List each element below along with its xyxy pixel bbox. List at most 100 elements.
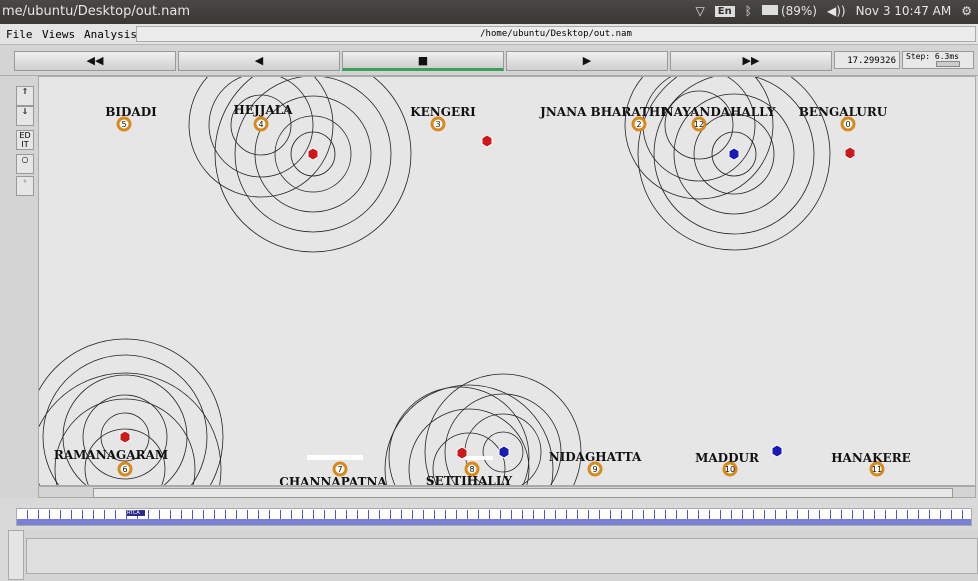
- node-id: 0: [845, 120, 850, 129]
- mobile-node-red[interactable]: [119, 430, 131, 444]
- timeline-tick: [478, 510, 479, 519]
- node-id: 7: [337, 465, 342, 474]
- timeline-tick: [434, 510, 435, 519]
- battery-indicator[interactable]: (89%): [761, 4, 817, 18]
- node-settihally[interactable]: 8 SETTIHALLY: [426, 461, 513, 485]
- topology-svg: 0 BENGALURU 2 JNANA BHARATHI 3 KENGERI 4…: [39, 77, 911, 485]
- timeline-tick: [951, 510, 952, 519]
- timeline-tick: [390, 510, 391, 519]
- scrollbar-thumb[interactable]: [93, 488, 953, 498]
- node-bidadi[interactable]: 5 BIDADI: [105, 105, 157, 132]
- timeline-tick: [93, 510, 94, 519]
- timeline-tick: [654, 510, 655, 519]
- settings-gear-icon[interactable]: ⚙: [961, 4, 972, 18]
- node-label: KENGERI: [410, 105, 476, 119]
- menu-analysis[interactable]: Analysis: [84, 28, 137, 41]
- timeline-tick: [302, 510, 303, 519]
- node-maddur[interactable]: 10 MADDUR: [695, 451, 760, 477]
- timeline-tick: [852, 510, 853, 519]
- timeline-tick: [896, 510, 897, 519]
- timeline-tick: [148, 510, 149, 519]
- timeline-tick: [335, 510, 336, 519]
- step-back-button[interactable]: ◀: [178, 51, 340, 71]
- annotation-text-area[interactable]: [26, 538, 978, 574]
- timeline-tick: [621, 510, 622, 519]
- mobile-node-blue[interactable]: [771, 444, 783, 458]
- node-ramanagaram[interactable]: 6 RAMANAGARAM: [54, 448, 168, 477]
- stop-button[interactable]: ■: [342, 51, 504, 71]
- transmission-rings: [39, 77, 831, 485]
- file-path-field: /home/ubuntu/Desktop/out.nam: [136, 26, 976, 42]
- timeline-tick: [885, 510, 886, 519]
- bluetooth-icon[interactable]: ᛒ: [745, 4, 752, 18]
- node-id: 12: [694, 120, 704, 129]
- timeline-tick: [775, 510, 776, 519]
- slider-bottom-icon[interactable]: ◦: [16, 176, 34, 196]
- timeline-slider[interactable]: RTCA: [16, 508, 972, 526]
- menu-file[interactable]: File: [6, 28, 33, 41]
- timeline-tick: [962, 510, 963, 519]
- zoom-out-button[interactable]: ⇓: [16, 106, 34, 126]
- node-hanakere[interactable]: 11 HANAKERE: [831, 451, 911, 477]
- canvas-horizontal-scrollbar[interactable]: [38, 486, 976, 498]
- edit-button[interactable]: ED IT: [16, 130, 34, 150]
- transport-controls: ◀◀ ◀ ■ ▶ ▶▶ 17.299326 Step: 6.3ms: [0, 45, 978, 76]
- timeline-tick: [269, 510, 270, 519]
- timeline-tick: [324, 510, 325, 519]
- play-button[interactable]: ▶: [506, 51, 668, 71]
- mobile-node-red[interactable]: [844, 146, 856, 160]
- timeline-tick: [368, 510, 369, 519]
- menu-views[interactable]: Views: [42, 28, 75, 41]
- timeline-tick: [225, 510, 226, 519]
- timeline-tick: [577, 510, 578, 519]
- timeline-tick: [676, 510, 677, 519]
- panel-scrollbar[interactable]: [8, 530, 24, 580]
- timeline-tick: [698, 510, 699, 519]
- timeline-tick: [203, 510, 204, 519]
- rewind-button[interactable]: ◀◀: [14, 51, 176, 71]
- timeline-tick: [841, 510, 842, 519]
- mobile-node-red[interactable]: [481, 134, 493, 148]
- node-nayandahally[interactable]: 12 NAYANDAHALLY: [663, 105, 776, 132]
- timeline-tick: [181, 510, 182, 519]
- volume-icon[interactable]: ◀)): [827, 4, 846, 18]
- clock[interactable]: Nov 3 10:47 AM: [856, 4, 952, 18]
- network-animation-canvas[interactable]: 0 BENGALURU 2 JNANA BHARATHI 3 KENGERI 4…: [38, 76, 976, 486]
- left-toolbar: ⇑ ⇓ ED IT ○ ◦: [0, 76, 38, 498]
- mobile-node-blue[interactable]: [498, 445, 510, 459]
- timeline-tick: [115, 510, 116, 519]
- timeline-tick: [918, 510, 919, 519]
- node-channapatna[interactable]: 7 CHANNAPATNA: [279, 461, 387, 485]
- timeline-tick: [929, 510, 930, 519]
- timeline-tick: [742, 510, 743, 519]
- timeline-tick: [830, 510, 831, 519]
- node-jnana-bharathi[interactable]: 2 JNANA BHARATHI: [539, 105, 666, 132]
- mobile-node-blue[interactable]: [728, 147, 740, 161]
- node-nidaghatta[interactable]: 9 NIDAGHATTA: [549, 450, 642, 477]
- mobile-node-red[interactable]: [456, 446, 468, 460]
- timeline-tick: [786, 510, 787, 519]
- timeline-tick: [863, 510, 864, 519]
- timeline-tick: [445, 510, 446, 519]
- timeline-tick: [412, 510, 413, 519]
- timeline-tick: [27, 510, 28, 519]
- timeline-tick: [566, 510, 567, 519]
- node-hejjala[interactable]: 4 HEJJALA: [234, 103, 294, 132]
- slider-top-icon[interactable]: ○: [16, 154, 34, 174]
- mobile-node-red[interactable]: [307, 147, 319, 161]
- timeline-tick: [731, 510, 732, 519]
- node-kengeri[interactable]: 3 KENGERI: [410, 105, 476, 132]
- keyboard-layout-indicator[interactable]: En: [714, 5, 735, 17]
- timeline-tick: [379, 510, 380, 519]
- wifi-icon[interactable]: ▽: [696, 4, 705, 18]
- fast-forward-button[interactable]: ▶▶: [670, 51, 832, 71]
- annotation-panel: [8, 530, 978, 581]
- timeline-tick: [357, 510, 358, 519]
- node-label: RAMANAGARAM: [54, 448, 168, 462]
- step-slider[interactable]: [936, 61, 960, 67]
- timeline-marker[interactable]: RTCA: [127, 510, 145, 516]
- timeline-tick: [291, 510, 292, 519]
- zoom-in-button[interactable]: ⇑: [16, 86, 34, 106]
- node-bengaluru[interactable]: 0 BENGALURU: [799, 105, 888, 132]
- timeline-tick: [544, 510, 545, 519]
